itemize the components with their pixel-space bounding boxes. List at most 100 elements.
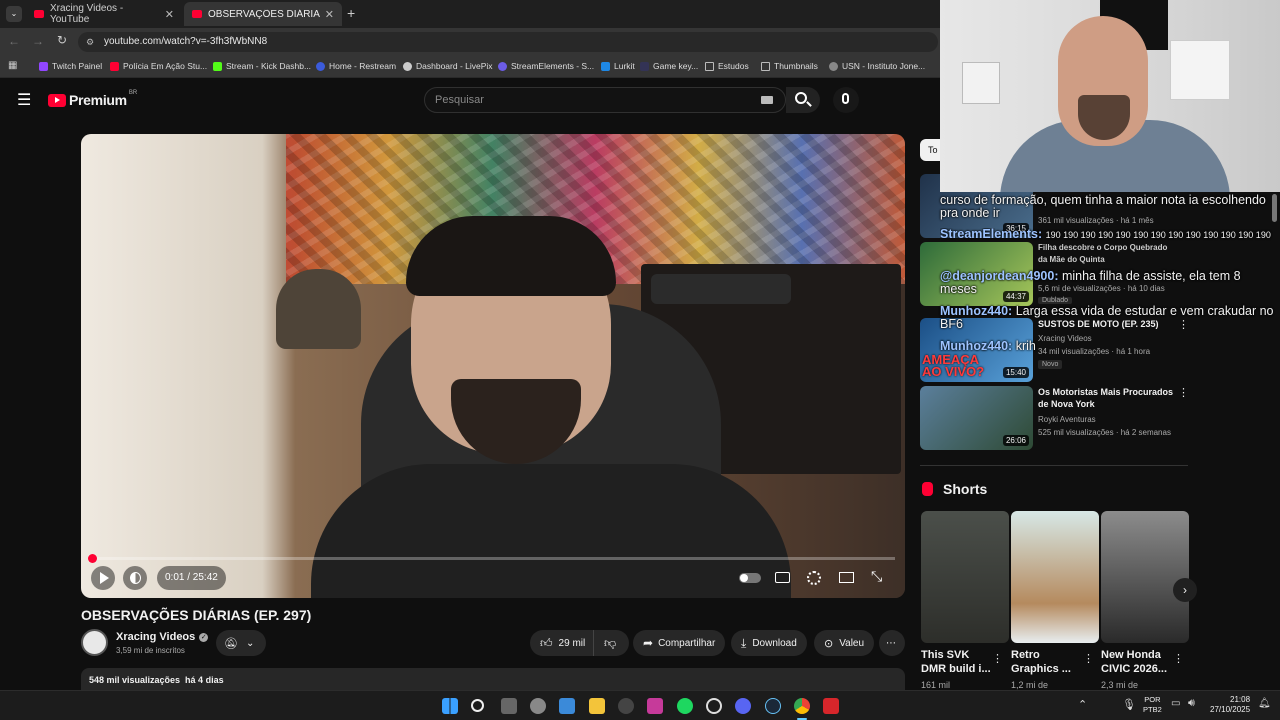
bookmark-item[interactable]: Dashboard - LivePix: [403, 61, 493, 71]
progress-scrubber[interactable]: [88, 554, 97, 563]
reload-icon[interactable]: ↻: [57, 33, 67, 47]
steam-icon[interactable]: [765, 698, 781, 714]
close-tab-icon[interactable]: ✕: [165, 8, 174, 21]
folder-icon: [761, 61, 770, 71]
address-bar[interactable]: ⚙ youtube.com/watch?v=-3fh3fWbNN8: [78, 32, 938, 52]
obs-icon[interactable]: [618, 698, 634, 714]
whatsapp-icon[interactable]: [706, 698, 722, 714]
bookmark-item[interactable]: Polícia Em Ação Stu...: [110, 61, 207, 71]
site-info-icon[interactable]: ⚙: [86, 32, 94, 52]
tab-label: OBSERVAÇÕES DIÁRIAS (EP. 29: [208, 8, 320, 20]
like-button[interactable]: 👍︎ 29 mil: [530, 630, 596, 656]
video-player[interactable]: 0:01 / 25:42 ⤡: [81, 134, 905, 598]
bookmark-item[interactable]: USN - Instituto Jone...: [829, 61, 925, 71]
notification-button[interactable]: 🔕︎ ⌄: [216, 630, 266, 656]
shorts-next-button[interactable]: ›: [1173, 578, 1197, 602]
microphone-icon[interactable]: 🎙︎: [1122, 698, 1136, 711]
thanks-button[interactable]: ⊙ Valeu: [814, 630, 875, 656]
chrome-icon[interactable]: [794, 698, 810, 714]
bell-off-icon: 🔕︎: [224, 637, 238, 650]
thumbs-down-icon: 👎︎: [604, 635, 617, 650]
short-thumbnail[interactable]: [1101, 511, 1189, 643]
short-title[interactable]: Retro Graphics ...: [1011, 648, 1081, 676]
more-options-icon[interactable]: ⋮: [1173, 652, 1184, 665]
volume-button[interactable]: [123, 566, 147, 590]
windows-start-icon[interactable]: [442, 698, 458, 714]
volume-icon: [130, 572, 141, 584]
twitch-icon: [39, 61, 48, 71]
apps-grid-icon[interactable]: ▦: [8, 60, 17, 71]
app-icon[interactable]: [647, 698, 663, 714]
search-button[interactable]: [786, 87, 820, 113]
youtube-favicon-icon: [34, 10, 44, 18]
more-actions-button[interactable]: ⋯: [879, 630, 905, 656]
kick-icon: [213, 61, 222, 71]
pdf-icon[interactable]: [823, 698, 839, 714]
settings-icon[interactable]: [807, 571, 821, 585]
menu-icon[interactable]: ☰: [17, 90, 31, 110]
bookmark-item[interactable]: Game key...: [640, 61, 698, 71]
bookmark-folder[interactable]: Estudos: [705, 61, 749, 71]
bookmark-item[interactable]: Stream - Kick Dashb...: [213, 61, 311, 71]
tray-chevron-icon[interactable]: ⌃: [1078, 698, 1087, 711]
short-views: 1,2 mi de: [1011, 680, 1049, 690]
play-button[interactable]: [91, 566, 115, 590]
volume-icon[interactable]: 🔊︎: [1188, 697, 1195, 710]
settings-icon[interactable]: [530, 698, 546, 714]
network-icon[interactable]: ▭: [1171, 698, 1180, 709]
short-views: 161 mil: [921, 680, 951, 690]
bookmark-item[interactable]: Twitch Painel: [39, 61, 102, 71]
dislike-button[interactable]: 👎︎: [593, 630, 629, 656]
short-thumbnail[interactable]: [1011, 511, 1099, 643]
file-explorer-icon[interactable]: [589, 698, 605, 714]
spotify-icon[interactable]: [677, 698, 693, 714]
more-options-icon[interactable]: ⋮: [1083, 652, 1094, 665]
voice-search-button[interactable]: [833, 87, 859, 113]
url-text: youtube.com/watch?v=-3fh3fWbNN8: [104, 36, 268, 47]
progress-bar[interactable]: [88, 554, 895, 563]
search-input[interactable]: Pesquisar: [424, 87, 786, 113]
clock[interactable]: 21:08 27/10/2025: [1210, 695, 1250, 715]
download-button[interactable]: ⤓ Download: [731, 630, 807, 656]
fullscreen-icon[interactable]: ⤡: [871, 568, 882, 585]
keyboard-icon[interactable]: [761, 96, 773, 104]
task-view-icon[interactable]: [501, 698, 517, 714]
tab-xracing-channel[interactable]: Xracing Videos - YouTube ✕: [26, 2, 182, 26]
notifications-icon[interactable]: 🔔︎: [1258, 698, 1271, 709]
bookmark-folder[interactable]: Thumbnails: [761, 61, 818, 71]
discord-icon[interactable]: [735, 698, 751, 714]
back-icon[interactable]: ←: [8, 34, 20, 48]
windows-taskbar: ⌃ 🎙︎ POR PTB2 ▭ 🔊︎ 21:08 27/10/2025 🔔︎: [0, 690, 1280, 720]
chat-message: Munhoz440: krih: [940, 339, 1036, 353]
channel-avatar[interactable]: [81, 629, 108, 656]
search-icon[interactable]: [471, 699, 484, 712]
page-scrollbar[interactable]: [1272, 192, 1278, 682]
close-tab-icon[interactable]: ✕: [325, 8, 334, 21]
description-box[interactable]: 548 mil visualizações há 4 dias: [81, 668, 905, 690]
short-thumbnail[interactable]: [921, 511, 1009, 643]
store-icon[interactable]: [559, 698, 575, 714]
restream-icon: [316, 61, 325, 71]
bookmark-item[interactable]: Lurkit: [601, 61, 635, 71]
more-options-icon[interactable]: ⋮: [992, 652, 1003, 665]
tab-list-button[interactable]: ⌄: [6, 6, 22, 22]
new-tab-icon[interactable]: +: [347, 5, 355, 21]
super-thanks-icon: ⊙: [824, 637, 834, 650]
short-title[interactable]: This SVK DMR build i...: [921, 648, 991, 676]
youtube-logo[interactable]: Premium BR: [48, 90, 137, 108]
tab-video[interactable]: OBSERVAÇÕES DIÁRIAS (EP. 29 ✕: [184, 2, 342, 26]
short-title[interactable]: New Honda CIVIC 2026...: [1101, 648, 1171, 676]
channel-name[interactable]: Xracing Videos ✓: [116, 631, 209, 643]
autoplay-toggle[interactable]: [739, 573, 761, 583]
bookmark-item[interactable]: Home - Restream: [316, 61, 396, 71]
subtitles-icon[interactable]: [775, 572, 790, 583]
shorts-header: Shorts: [922, 481, 987, 497]
more-options-icon[interactable]: ⋮: [1178, 386, 1189, 399]
forward-icon[interactable]: →: [32, 34, 44, 48]
recommendation-item[interactable]: 26:06 Os Motoristas Mais Procurados de N…: [920, 386, 1280, 450]
language-indicator[interactable]: POR PTB2: [1143, 695, 1162, 715]
share-button[interactable]: ➦ Compartilhar: [633, 630, 726, 656]
scrollbar-thumb[interactable]: [1272, 194, 1277, 222]
bookmark-item[interactable]: StreamElements - S...: [498, 61, 594, 71]
theater-mode-icon[interactable]: [839, 572, 854, 583]
